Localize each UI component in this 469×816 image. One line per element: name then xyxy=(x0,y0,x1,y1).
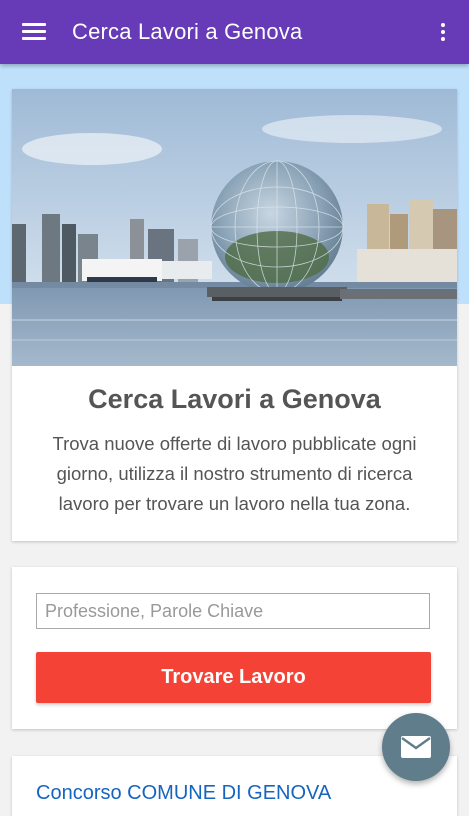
email-icon xyxy=(401,736,431,758)
search-input[interactable] xyxy=(36,593,430,629)
search-card: Trovare Lavoro xyxy=(12,567,457,729)
hamburger-menu-icon xyxy=(22,23,46,41)
more-vert-icon[interactable] xyxy=(417,0,469,64)
intro-description: Trova nuove offerte di lavoro pubblicate… xyxy=(52,433,417,514)
intro-card: Cerca Lavori a Genova Trova nuove offert… xyxy=(12,89,457,541)
listing-title-link[interactable]: Concorso COMUNE DI GENOVA xyxy=(36,782,331,805)
menu-button[interactable] xyxy=(0,0,68,64)
email-fab-button[interactable] xyxy=(382,713,450,781)
intro-title: Cerca Lavori a Genova xyxy=(88,384,381,414)
search-button[interactable]: Trovare Lavoro xyxy=(36,652,431,703)
app-bar: Cerca Lavori a Genova xyxy=(0,0,469,64)
genova-port-biosphere-photo xyxy=(12,89,457,366)
app-bar-title: Cerca Lavori a Genova xyxy=(72,19,303,44)
